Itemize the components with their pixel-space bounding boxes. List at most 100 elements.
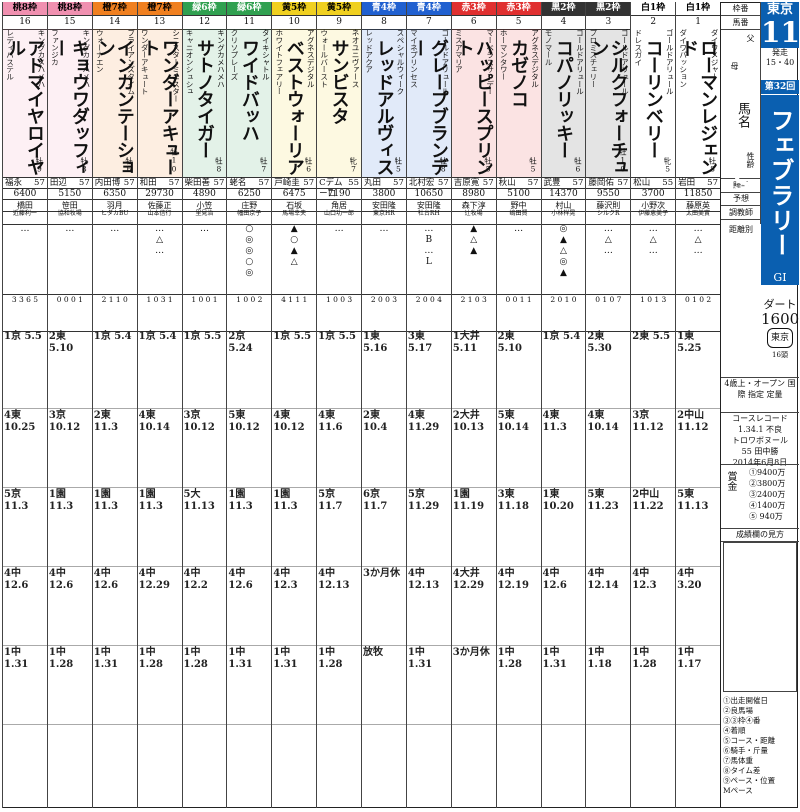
past-run: 5京 11.3 [3, 488, 47, 567]
past-runs: 2東 5.5 3京 11.12 2中山 11.22 4中 12.3 1中 1.28 [631, 330, 676, 808]
past-run-date: 4東 11.29 [407, 410, 440, 433]
past-run: 1中 1.31 [3, 646, 47, 725]
horse-name: サトノタイガー [193, 39, 215, 158]
past-run-date: 4中 12.14 [587, 568, 619, 591]
sire-name: キングカメハメハ [216, 29, 226, 88]
past-run: 2大井 10.13 [451, 409, 496, 488]
pedigree-block: キングカメハメハ キャニオンシュシュ サトノタイガー 牡8 [182, 29, 227, 177]
sex-age: 牡8 [438, 156, 448, 174]
past-run: 1中 1.28 [631, 646, 676, 725]
past-run: 4東 11.3 [541, 409, 586, 488]
past-run-date: 4中 12.6 [228, 568, 253, 591]
jockey-weight: 57 [527, 178, 539, 188]
prediction-mark: ▲ [559, 268, 567, 278]
dam-name: ドレスガイ [633, 29, 643, 66]
jockey-weight: 57 [393, 178, 404, 188]
owner: 伊藤恵美子 [631, 210, 676, 225]
stats-label: 距離別 [729, 225, 753, 234]
owner: 幅田京子 [227, 210, 272, 225]
waku-label: 黄5枠 [317, 2, 361, 16]
past-run-date: 2東 10.4 [363, 410, 388, 433]
past-run: 4東 10.12 [272, 409, 317, 488]
jockey-weight: 57 [482, 178, 494, 188]
prediction-marks: … B… L [407, 224, 451, 292]
horse-column: 白1枠 1 ダイワメジャー ダイワパッション ローマンレジェンド 牡8 岩田 57… [675, 2, 720, 808]
sire-name: アグネスデジタル [306, 29, 316, 88]
waku-label: 桃8枠 [47, 2, 92, 16]
waku-label: 黒2枠 [586, 2, 631, 16]
past-run: 1京 5.5 [272, 330, 317, 409]
owner: 社台RH [406, 210, 451, 225]
jockey-name: 岩田 [678, 178, 696, 188]
horse-number: 7 [406, 16, 451, 30]
prediction-marks: ▲ ○ ▲ △ [272, 224, 316, 292]
past-run: 1中 1.31 [541, 646, 586, 725]
past-run-date: 3東 11.18 [497, 489, 529, 512]
pedigree-block: ブライアンズタイム ウォーナエン インカンテーション 牡6 [92, 29, 137, 177]
horse-number: 9 [317, 16, 361, 30]
race-grade: GI [761, 271, 799, 285]
sire-name: アグネスデジタル [530, 29, 540, 88]
sex-age: 牡8 [708, 156, 717, 174]
prediction-mark: … [110, 224, 120, 234]
past-run-date: 4中 12.3 [273, 568, 298, 591]
owner: シルクR [586, 210, 631, 225]
guide-note: ⑧タイム差 [723, 766, 761, 775]
prediction-mark: ○ [290, 235, 299, 245]
jockey-name: 丸田 [364, 178, 382, 188]
owner: 里見治 [182, 210, 227, 225]
past-runs: 1京 5.5 4東 11.6 5京 11.7 4中 12.13 1中 1.28 [317, 330, 361, 808]
prediction-mark: △ [290, 257, 298, 267]
past-run-date: 3東 5.17 [407, 331, 433, 354]
distance-stats: 1 0 3 1 [137, 294, 182, 332]
horse-name: ベストウォーリア [283, 39, 305, 175]
horse-column: 黄5枠 10 アグネスデジタル ホワイトフェアリー ベストウォーリア 牡6 戸崎… [271, 2, 317, 808]
distance-stats: 2 0 0 3 [362, 294, 406, 332]
jockey-row: 北村宏 57 [406, 177, 451, 188]
guide-box [723, 542, 797, 692]
past-run-date: 4東 11.6 [318, 410, 343, 433]
horse-column: 赤3枠 5 アグネスデジタル ホーマンタワー カゼノコ 牡5 秋山 57 5100… [495, 2, 541, 808]
prediction-marks: … △… [676, 224, 720, 292]
jockey-weight: 57 [258, 178, 270, 188]
past-run: 5京 11.7 [317, 488, 361, 567]
horse-number: 15 [47, 16, 92, 30]
past-run-date: 4東 10.14 [587, 410, 619, 433]
past-run: 1中 1.28 [137, 646, 182, 725]
past-run-date: 1大井 5.11 [452, 331, 480, 354]
sex-age: 牝7 [349, 156, 358, 174]
label-horse-name: 馬名 [735, 102, 750, 128]
past-run-date: 4東 10.14 [138, 410, 170, 433]
past-runs: 2東 5.10 3京 10.12 1園 11.3 4中 12.6 1中 1.28 [47, 330, 92, 808]
past-run-date: 1中 1.18 [587, 647, 612, 670]
past-run: 5東 11.23 [586, 488, 631, 567]
waku-label: 青4枠 [362, 2, 406, 16]
past-runs: 3東 5.17 4東 11.29 5京 11.29 4中 12.13 1中 1.31 [406, 330, 451, 808]
owner: 小林祥晃 [541, 210, 586, 225]
dam-name: モノマール [544, 29, 554, 66]
past-run: 1中 1.28 [317, 646, 361, 725]
jockey-weight: 57 [707, 178, 718, 188]
horse-column: 緑6枠 11 タイキシャトル クリソプレーズ ワイドバッハ 牡7 蛯名 57 62… [226, 2, 272, 808]
distance-stats: 0 0 1 1 [496, 294, 541, 332]
course-record: コースレコード 1.34.1 不良 トロワボヌール 55 田中勝 2014年6月… [721, 412, 799, 468]
jockey-name: 蛯名 [229, 178, 247, 188]
prediction-mark: △ [156, 235, 164, 245]
distance-stats: 0 1 0 7 [586, 294, 631, 332]
pedigree-block: ゴールドアリュール ドレスガイ コーリンベリー 牝5 [631, 29, 676, 177]
owner: 太田美實 [676, 210, 720, 225]
past-run-date: 1京 5.5 [4, 331, 42, 342]
horse-number: 13 [137, 16, 182, 30]
prediction-mark: ◎ [559, 224, 568, 234]
past-run-date: 2東 5.5 [632, 331, 671, 342]
prediction-mark: ◎ [245, 235, 254, 245]
horse-column: 赤3枠 6 マーベラスサンデー ミスアマリア ハッピースプリント 牡5 吉原寛 5… [450, 2, 496, 808]
past-run: 3京 10.12 [47, 409, 92, 488]
past-run: 4中 12.14 [586, 567, 631, 646]
horse-name: カゼノコ [508, 39, 530, 107]
past-run-date: 1中 1.31 [228, 647, 253, 670]
past-run: 5大 11.13 [182, 488, 227, 567]
waku-label: 桃8枠 [3, 2, 47, 16]
past-run: 4東 10.14 [586, 409, 631, 488]
past-run: 3か月休 [362, 567, 406, 646]
